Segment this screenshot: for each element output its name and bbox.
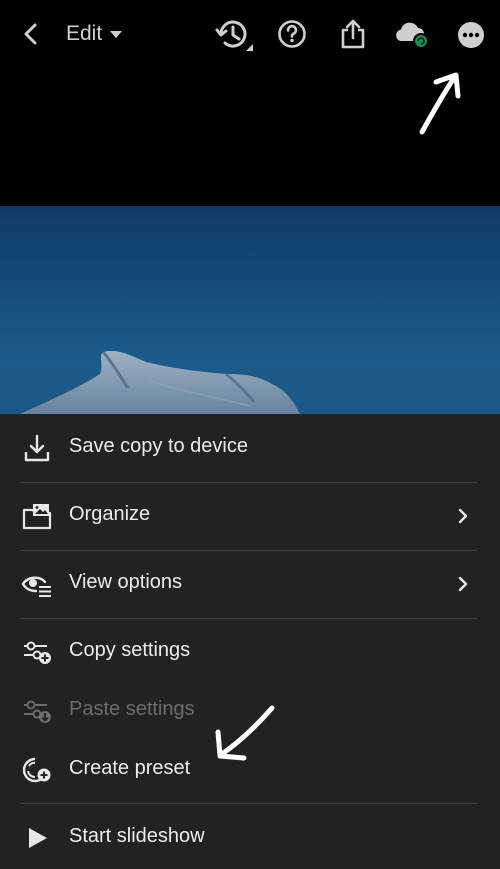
menu-item-label: Organize — [69, 503, 151, 525]
menu-item-copy-settings[interactable]: Copy settings — [0, 632, 500, 672]
edit-mode-label: Edit — [66, 22, 103, 45]
manta-ray-image — [20, 350, 300, 414]
edit-mode-dropdown[interactable]: Edit — [66, 18, 123, 50]
cloud-sync-button[interactable] — [393, 16, 433, 52]
more-options-button[interactable] — [454, 18, 488, 52]
divider — [20, 618, 478, 619]
divider — [20, 550, 478, 551]
copy-settings-icon — [24, 641, 51, 664]
menu-item-label: Paste settings — [69, 698, 195, 720]
eye-options-icon — [21, 576, 51, 597]
chevron-right-icon — [458, 576, 468, 592]
photo-preview[interactable] — [0, 206, 500, 414]
menu-item-organize[interactable]: Organize — [0, 496, 500, 536]
help-icon — [278, 20, 306, 48]
more-icon — [458, 22, 484, 48]
menu-item-save-copy[interactable]: Save copy to device — [0, 428, 500, 468]
menu-item-start-slideshow[interactable]: Start slideshow — [0, 818, 500, 858]
divider — [20, 482, 478, 483]
annotation-arrow-down-left-icon — [215, 705, 275, 761]
back-button[interactable] — [14, 17, 48, 51]
download-icon — [24, 434, 50, 462]
history-button[interactable] — [213, 15, 255, 55]
menu-item-label: Copy settings — [69, 639, 191, 661]
help-button[interactable] — [275, 17, 309, 51]
menu-item-view-options[interactable]: View options — [0, 564, 500, 604]
menu-item-label: Create preset — [69, 757, 191, 779]
cloud-sync-icon — [396, 22, 429, 49]
menu-item-label: Save copy to device — [69, 435, 248, 457]
folder-photo-icon — [22, 504, 52, 530]
create-preset-icon — [22, 757, 51, 783]
photo-options-menu: Save copy to device Organize View option… — [0, 414, 500, 869]
chevron-right-icon — [458, 508, 468, 524]
paste-settings-icon — [24, 700, 51, 723]
top-toolbar: Edit — [0, 0, 500, 70]
history-icon — [215, 20, 253, 51]
share-button[interactable] — [336, 16, 370, 52]
menu-item-label: Start slideshow — [69, 825, 205, 847]
play-icon — [29, 828, 47, 848]
annotation-arrow-up-icon — [419, 72, 461, 135]
divider — [20, 803, 478, 804]
chevron-left-icon — [24, 23, 37, 45]
menu-item-label: View options — [69, 571, 183, 593]
caret-down-icon — [110, 30, 123, 38]
share-icon — [341, 19, 365, 49]
